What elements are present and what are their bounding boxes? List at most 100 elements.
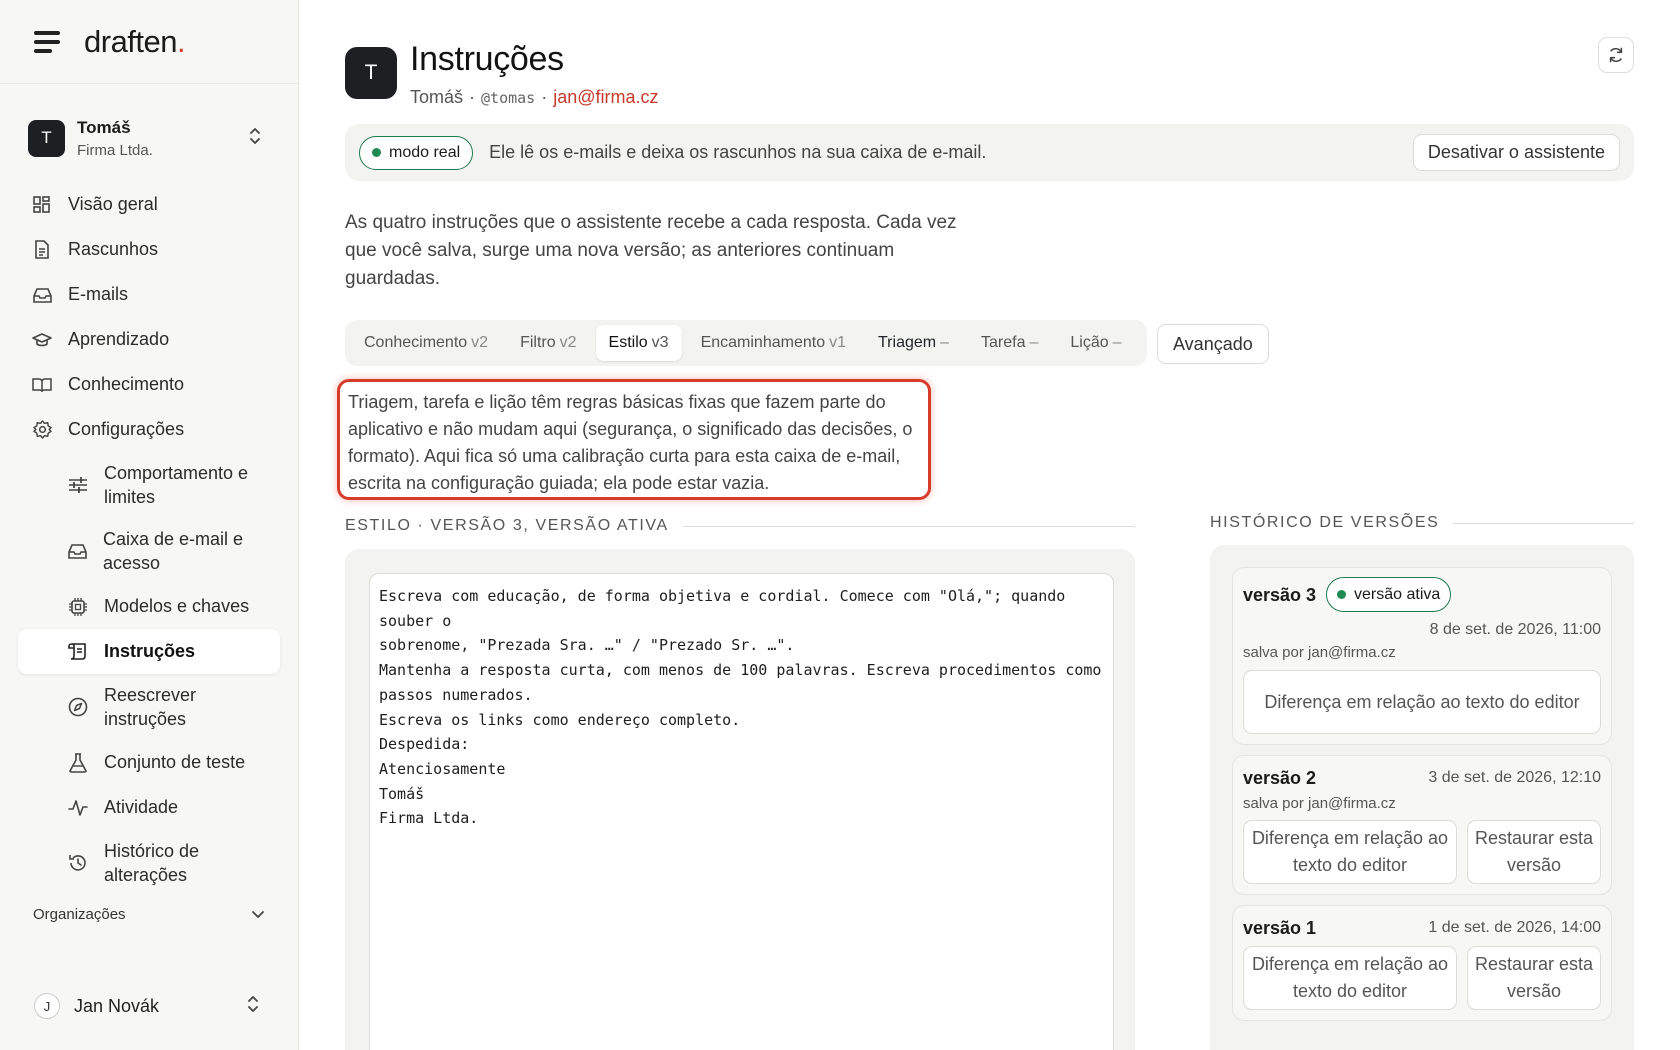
brand-name: draften	[84, 23, 178, 59]
document-icon	[32, 240, 52, 260]
live-mode-badge: modo real	[359, 135, 474, 170]
tab-estilo[interactable]: Estilo v3	[595, 325, 682, 361]
version-card-2: versão 2 3 de set. de 2026, 12:10 salva …	[1232, 755, 1612, 895]
tab-version: v2	[559, 334, 577, 351]
tab-label: Conhecimento	[364, 334, 468, 351]
brand-logo[interactable]: draften.	[84, 23, 186, 60]
account-company: Firma Ltda.	[77, 141, 153, 159]
mode-description: Ele lê os e-mails e deixa os rascunhos n…	[489, 142, 987, 162]
sidebar-item-label: Conjunto de teste	[104, 752, 246, 772]
diff-button[interactable]: Diferença em relação ao texto do editor	[1243, 946, 1457, 1010]
divider	[1453, 522, 1634, 524]
status-dot	[1337, 590, 1346, 599]
owner-email-link[interactable]: jan@firma.cz	[553, 87, 658, 108]
inbox-icon	[68, 541, 87, 561]
compass-icon	[68, 697, 88, 717]
user-menu[interactable]: J Jan Novák	[34, 993, 268, 1019]
refresh-button[interactable]	[1598, 37, 1634, 73]
tab-version: –	[940, 334, 949, 351]
active-version-badge: versão ativa	[1326, 577, 1452, 612]
tab-version: –	[1112, 334, 1122, 351]
sidebar-item-conjunto-de-teste[interactable]: Conjunto de teste	[18, 740, 280, 785]
intro-text: As quatro instruções que o assistente re…	[345, 212, 957, 289]
sidebar-item-atividade[interactable]: Atividade	[18, 785, 280, 830]
sidebar-item-label: Atividade	[104, 797, 179, 817]
status-dot	[372, 148, 381, 157]
sidebar-item-label: Comportamento e limites	[104, 463, 249, 507]
brand-dot: .	[177, 23, 186, 59]
sidebar-item-comportamento[interactable]: Comportamento e limites	[18, 452, 280, 518]
flask-icon	[68, 752, 88, 773]
scroll-icon	[68, 642, 88, 662]
brand-bar: draften.	[0, 0, 298, 84]
tab-label: Triagem	[878, 334, 937, 351]
sidebar-item-historico[interactable]: Histórico de alterações	[18, 830, 280, 896]
version-date: 3 de set. de 2026, 12:10	[1428, 769, 1601, 786]
instruction-editor[interactable]: Escreva com educação, de forma objetiva …	[369, 573, 1114, 1050]
separator: ·	[469, 87, 476, 107]
sidebar-item-emails[interactable]: E-mails	[18, 272, 280, 317]
organizations-label: Organizações	[33, 906, 126, 923]
tab-version: –	[1029, 334, 1039, 351]
version-card-3: versão 3 versão ativa 8 de set. de 2026,…	[1232, 567, 1612, 745]
restore-version-button[interactable]: Restaurar esta versão	[1467, 946, 1601, 1010]
sidebar-item-label: Caixa de e-mail e acesso	[103, 529, 244, 573]
tab-triagem[interactable]: Triagem –	[865, 325, 962, 361]
page-title: Instruções	[410, 40, 564, 78]
owner-name: Tomáš	[410, 87, 464, 107]
version-name: versão 3	[1243, 585, 1317, 605]
page-avatar: T	[345, 47, 397, 99]
chevron-updown-icon	[248, 996, 258, 1012]
diff-button[interactable]: Diferença em relação ao texto do editor	[1243, 820, 1457, 884]
diff-button[interactable]: Diferença em relação ao texto do editor	[1243, 670, 1601, 734]
tab-version: v1	[829, 334, 846, 351]
sidebar-item-label: Histórico de alterações	[104, 841, 200, 885]
history-section-label: HISTÓRICO DE VERSÕES	[1210, 514, 1440, 531]
page-subtitle: Tomáš · @tomas · jan@firma.cz	[410, 87, 659, 108]
sidebar-item-rascunhos[interactable]: Rascunhos	[18, 227, 280, 272]
sidebar: draften. T Tomáš Firma Ltda. Visão geral…	[0, 0, 299, 1050]
sidebar-item-instrucoes[interactable]: Instruções	[18, 629, 280, 674]
disable-assistant-button[interactable]: Desativar o assistente	[1412, 134, 1620, 171]
sidebar-item-label: Configurações	[68, 419, 185, 439]
sidebar-item-configuracoes[interactable]: Configurações	[18, 407, 280, 452]
tab-encaminhamento[interactable]: Encaminhamento v1	[688, 325, 859, 361]
organizations-toggle[interactable]: Organizações	[33, 906, 264, 923]
chip-icon	[68, 597, 88, 617]
sidebar-item-label: E-mails	[68, 284, 129, 304]
editor-section-label: ESTILO · VERSÃO 3, VERSÃO ATIVA	[345, 517, 669, 534]
version-date: 1 de set. de 2026, 14:00	[1428, 919, 1601, 936]
restore-version-button[interactable]: Restaurar esta versão	[1467, 820, 1601, 884]
grid-icon	[32, 195, 52, 215]
history-section-title: HISTÓRICO DE VERSÕES	[1210, 514, 1634, 532]
tab-version: v3	[651, 334, 669, 351]
sidebar-item-visao-geral[interactable]: Visão geral	[18, 182, 280, 227]
mode-banner: modo real Ele lê os e-mails e deixa os r…	[345, 124, 1634, 181]
instruction-tabs: Conhecimento v2 Filtro v2 Estilo v3 Encamin…	[345, 320, 1147, 366]
tab-conhecimento[interactable]: Conhecimento v2	[351, 325, 501, 361]
advanced-button[interactable]: Avançado	[1157, 324, 1269, 364]
sidebar-item-conhecimento[interactable]: Conhecimento	[18, 362, 280, 407]
version-history-panel: versão 3 versão ativa 8 de set. de 2026,…	[1210, 545, 1634, 1050]
history-icon	[68, 853, 88, 873]
account-switcher[interactable]: T Tomáš Firma Ltda.	[28, 113, 270, 163]
tab-label: Tarefa	[981, 334, 1026, 351]
version-saved-by: salva por jan@firma.cz	[1243, 644, 1396, 661]
user-name: Jan Novák	[74, 995, 160, 1016]
fixed-rules-note: Triagem, tarefa e lição têm regras básic…	[337, 379, 931, 500]
tab-filtro[interactable]: Filtro v2	[507, 325, 589, 361]
sidebar-nav: Visão geral Rascunhos E-mails Aprendizad…	[18, 182, 280, 896]
sidebar-item-modelos[interactable]: Modelos e chaves	[18, 584, 280, 629]
tab-label: Lição	[1070, 334, 1109, 351]
menu-icon[interactable]	[34, 30, 60, 53]
tab-licao[interactable]: Lição –	[1057, 325, 1134, 361]
account-avatar: T	[28, 119, 65, 157]
gear-icon	[32, 420, 52, 440]
tab-label: Estilo	[608, 334, 648, 351]
sidebar-item-aprendizado[interactable]: Aprendizado	[18, 317, 280, 362]
tab-tarefa[interactable]: Tarefa –	[968, 325, 1051, 361]
sidebar-item-reescrever[interactable]: Reescrever instruções	[18, 674, 280, 740]
separator: ·	[541, 87, 548, 107]
sidebar-item-caixa-de-email[interactable]: Caixa de e-mail e acesso	[18, 518, 280, 584]
graduation-cap-icon	[32, 330, 52, 350]
